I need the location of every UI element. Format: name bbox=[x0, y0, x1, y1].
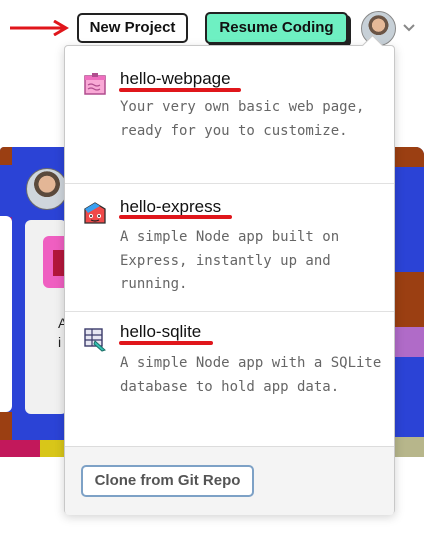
project-title[interactable]: hello-express bbox=[120, 197, 221, 217]
project-description: A simple Node app with a SQLite database… bbox=[120, 355, 382, 395]
chevron-down-icon[interactable] bbox=[402, 23, 416, 33]
dropdown-footer: Clone from Git Repo bbox=[65, 446, 394, 515]
resume-coding-button[interactable]: Resume Coding bbox=[205, 12, 348, 44]
annotation-arrow-icon bbox=[10, 20, 69, 36]
annotation-underline bbox=[119, 88, 241, 92]
project-option-hello-express[interactable]: hello-express A simple Node app built on… bbox=[65, 184, 394, 311]
background-avatar bbox=[26, 168, 68, 210]
annotation-underline bbox=[119, 341, 213, 345]
project-title[interactable]: hello-webpage bbox=[120, 69, 231, 89]
background-card: A i bbox=[25, 220, 73, 414]
clone-from-git-repo-button[interactable]: Clone from Git Repo bbox=[81, 465, 254, 497]
webpage-icon bbox=[84, 73, 106, 95]
new-project-button[interactable]: New Project bbox=[77, 13, 188, 43]
sqlite-icon bbox=[84, 328, 106, 352]
background-card-text: i bbox=[58, 334, 62, 350]
project-description: Your very own basic web page, ready for … bbox=[120, 99, 365, 139]
annotation-underline bbox=[119, 215, 232, 219]
project-option-hello-webpage[interactable]: hello-webpage Your very own basic web pa… bbox=[65, 46, 394, 184]
background-card bbox=[0, 216, 12, 412]
express-icon bbox=[84, 202, 106, 224]
project-description: A simple Node app built on Express, inst… bbox=[120, 229, 340, 292]
project-title[interactable]: hello-sqlite bbox=[120, 322, 201, 342]
new-project-dropdown: hello-webpage Your very own basic web pa… bbox=[64, 34, 395, 515]
project-option-hello-sqlite[interactable]: hello-sqlite A simple Node app with a SQ… bbox=[65, 312, 394, 446]
